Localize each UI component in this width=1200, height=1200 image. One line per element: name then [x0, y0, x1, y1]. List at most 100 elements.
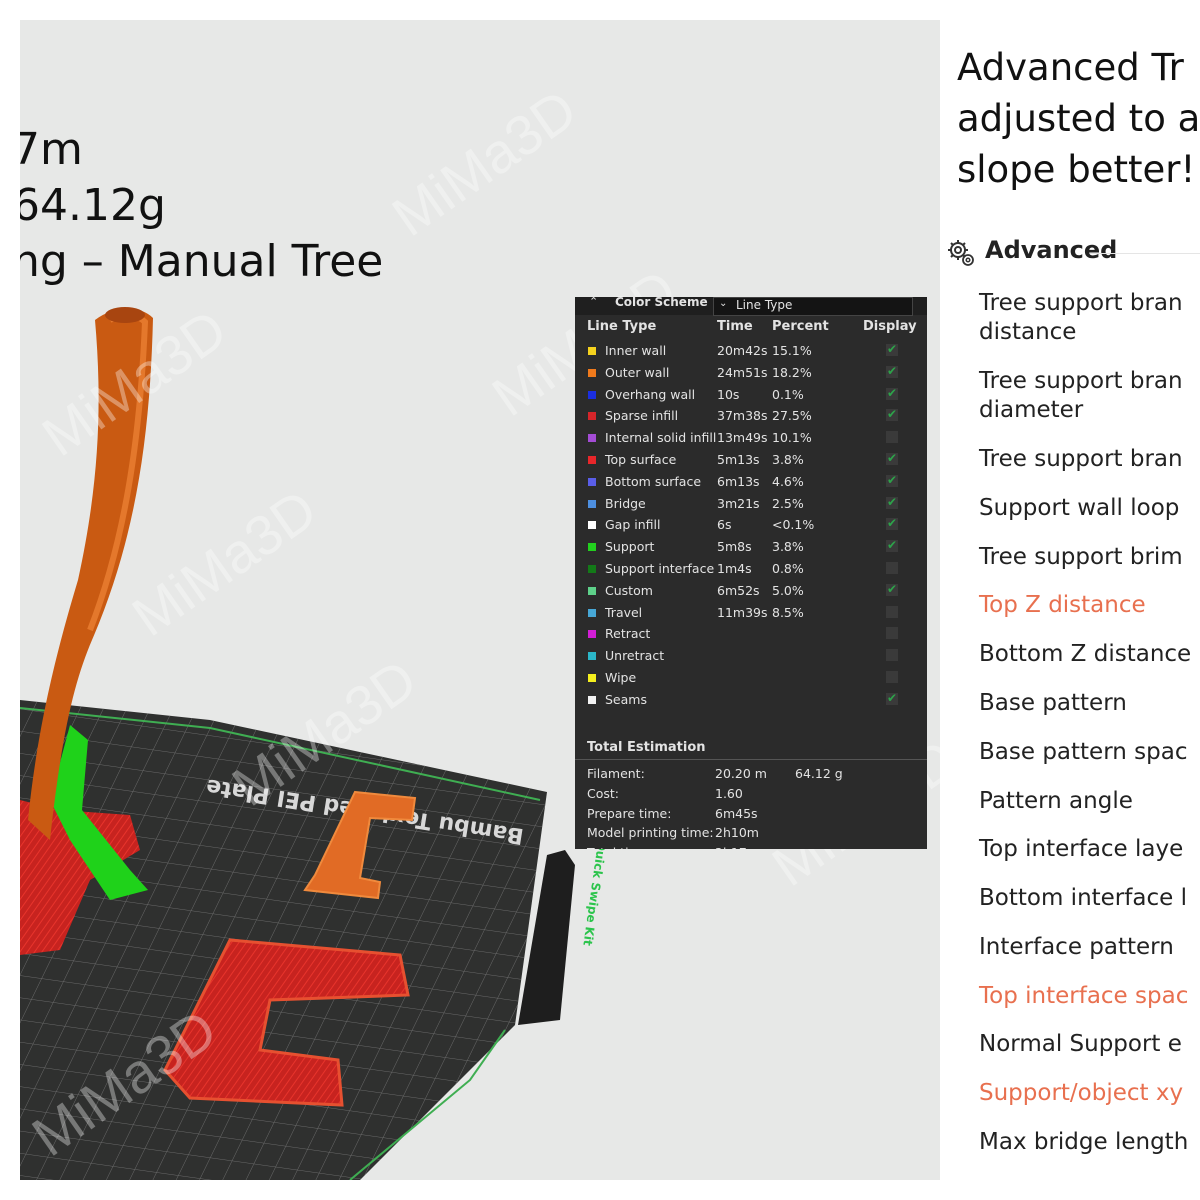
parameter-label[interactable]: Base pattern — [979, 689, 1127, 718]
parameter-label[interactable]: Pattern angle — [979, 787, 1133, 816]
section-title: Advanced — [985, 236, 1118, 264]
display-checkbox[interactable] — [886, 451, 898, 465]
color-swatch — [588, 499, 596, 508]
display-checkbox[interactable] — [886, 691, 898, 705]
estimation-row: Model printing time: 2h10m — [587, 825, 759, 840]
headline: Advanced Tr adjusted to a slope better! — [957, 42, 1200, 195]
display-checkbox[interactable] — [886, 538, 898, 553]
color-swatch — [588, 543, 596, 552]
parameter-label[interactable]: Bottom Z distance — [979, 640, 1191, 669]
display-checkbox[interactable] — [886, 562, 898, 574]
color-swatch — [588, 630, 596, 639]
display-checkbox[interactable] — [886, 627, 898, 640]
parameter-label[interactable]: Tree support bran — [979, 367, 1183, 396]
display-checkbox[interactable] — [886, 671, 898, 683]
estimation-value: 6m45s — [715, 805, 758, 821]
collapse-icon[interactable]: ⌃ — [589, 297, 598, 308]
display-checkbox[interactable] — [886, 582, 898, 596]
estimation-value-secondary: 64.12 g — [795, 766, 843, 781]
line-type-row: Wipe — [575, 667, 927, 688]
overlay-weight: 64.12g — [20, 180, 166, 231]
parameter-label[interactable]: Bottom interface l — [979, 884, 1187, 913]
line-type-percent: 2.5% — [772, 495, 804, 511]
parameter-label[interactable]: Tree support brim — [979, 543, 1183, 572]
parameter-label[interactable]: diameter — [979, 396, 1083, 425]
color-swatch — [588, 586, 596, 595]
line-type-percent: 15.1% — [772, 343, 812, 358]
line-type-row: Seams — [575, 689, 927, 710]
line-type-name: Travel — [605, 604, 643, 620]
parameter-label[interactable]: Normal Support e — [979, 1030, 1182, 1059]
estimation-row: Cost: 1.60 — [587, 786, 743, 801]
display-checkbox[interactable] — [886, 649, 898, 662]
estimation-row: Filament: 20.20 m 64.12 g — [587, 766, 843, 781]
line-type-time: 11m39s — [717, 604, 768, 620]
line-type-name: Internal solid infill — [605, 430, 717, 446]
section-divider — [1090, 253, 1200, 254]
3d-viewport[interactable]: Bambu Textured PEI Plate Quick Swipe Kit… — [20, 20, 940, 1180]
estimation-value: 20.20 m — [715, 766, 767, 781]
parameter-label[interactable]: Top Z distance — [979, 591, 1146, 620]
line-type-row: Inner wall 20m42s 15.1% — [575, 340, 927, 361]
total-estimation-title: Total Estimation — [587, 740, 706, 755]
line-type-time: 6s — [717, 517, 732, 533]
display-checkbox[interactable] — [886, 364, 898, 378]
parameter-label[interactable]: Top interface spac — [979, 982, 1188, 1011]
estimation-value: 2h17m — [715, 845, 759, 849]
line-type-name: Gap infill — [605, 517, 661, 533]
plate-side-label: Quick Swipe Kit — [580, 840, 609, 947]
color-swatch — [588, 347, 596, 355]
parameter-label[interactable]: Base pattern spac — [979, 738, 1187, 767]
display-checkbox[interactable] — [886, 407, 898, 422]
line-type-name: Support — [605, 539, 655, 555]
parameter-label[interactable]: Max bridge length — [979, 1128, 1188, 1157]
display-checkbox[interactable] — [886, 495, 898, 509]
slice-stats-panel: ⌃ Color Scheme ⌄ Line Type Line Type Tim… — [575, 297, 927, 849]
parameter-label[interactable]: Tree support bran — [979, 445, 1183, 474]
estimation-row: Prepare time: 6m45s — [587, 806, 758, 821]
overlay-time: 7m — [20, 124, 83, 175]
header-line-type: Line Type — [587, 319, 657, 334]
parameter-label[interactable]: Tree support bran — [979, 289, 1183, 318]
parameter-label[interactable]: Support wall loop — [979, 494, 1179, 523]
header-percent: Percent — [772, 319, 829, 334]
estimation-value: 2h10m — [715, 825, 759, 841]
parameter-label[interactable]: distance — [979, 318, 1076, 347]
line-type-name: Overhang wall — [605, 386, 696, 402]
line-type-row: Support 5m8s 3.8% — [575, 536, 927, 557]
gear-settings-icon — [948, 240, 974, 266]
display-checkbox[interactable] — [886, 605, 898, 618]
line-type-row: Internal solid infill 13m49s 10.1% — [575, 427, 927, 448]
line-type-name: Outer wall — [605, 364, 670, 380]
headline-line: slope better! — [957, 148, 1196, 191]
line-type-name: Sparse infill — [605, 408, 679, 424]
divider — [575, 759, 927, 760]
line-type-row: Sparse infill 37m38s 27.5% — [575, 405, 927, 426]
line-type-row: Bridge 3m21s 2.5% — [575, 493, 927, 514]
line-type-time: 1m4s — [717, 561, 752, 576]
line-type-percent: 5.0% — [772, 582, 804, 598]
line-type-time: 3m21s — [717, 495, 760, 511]
parameter-label[interactable]: Interface pattern — [979, 933, 1174, 962]
line-type-name: Custom — [605, 582, 653, 598]
line-type-row: Travel 11m39s 8.5% — [575, 602, 927, 623]
line-type-name: Inner wall — [605, 343, 667, 358]
chevron-down-icon: ⌄ — [719, 298, 728, 309]
line-type-time: 37m38s — [717, 408, 768, 424]
parameter-label[interactable]: Top interface laye — [979, 835, 1183, 864]
display-checkbox[interactable] — [886, 516, 898, 531]
header-display: Display — [863, 319, 917, 334]
line-type-percent: 18.2% — [772, 364, 812, 380]
display-checkbox[interactable] — [886, 473, 898, 487]
display-checkbox[interactable] — [886, 386, 898, 400]
parameter-label[interactable]: Support/object xy — [979, 1079, 1183, 1108]
settings-panel: Advanced Tr adjusted to a slope better! … — [940, 0, 1200, 1200]
color-scheme-dropdown[interactable]: ⌄ Line Type — [713, 297, 913, 316]
line-type-row: Gap infill 6s <0.1% — [575, 514, 927, 535]
line-type-percent: 27.5% — [772, 408, 812, 424]
display-checkbox[interactable] — [886, 431, 898, 444]
display-checkbox[interactable] — [886, 342, 898, 356]
line-type-time: 24m51s — [717, 364, 768, 380]
line-type-row: Custom 6m52s 5.0% — [575, 580, 927, 601]
line-type-name: Bridge — [605, 495, 646, 511]
